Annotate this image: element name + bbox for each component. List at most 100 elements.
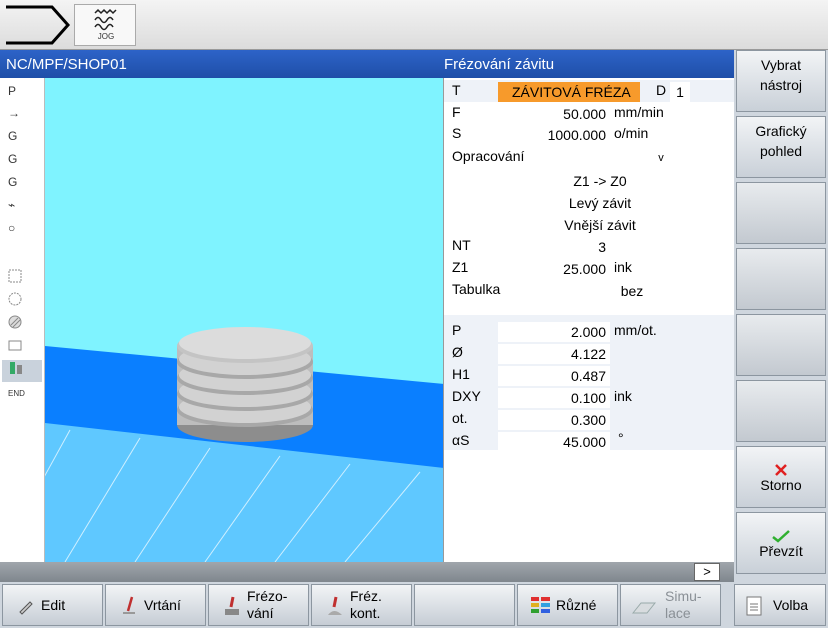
left-icon-g2[interactable]: G	[2, 148, 42, 170]
more-button[interactable]: >	[694, 563, 720, 581]
cancel-label: Storno	[760, 477, 802, 493]
top-toolbar: JOG	[0, 0, 828, 50]
edit-button[interactable]: Edit	[2, 584, 103, 626]
softkey-empty-5[interactable]	[736, 314, 826, 376]
graphic-viewport	[45, 78, 444, 562]
param-t-label: T	[452, 82, 461, 98]
tool-d-field[interactable]: 1	[670, 82, 690, 102]
softkey-empty-4[interactable]	[736, 248, 826, 310]
softkey-empty-6[interactable]	[736, 380, 826, 442]
softkey-empty-3[interactable]	[736, 182, 826, 244]
various-label: Různé	[556, 597, 597, 613]
dxy-unit[interactable]: ink	[614, 388, 632, 404]
thread-type-toggle[interactable]: Vnější závit	[528, 215, 672, 235]
h1-field[interactable]: 0.487	[498, 366, 610, 386]
circular-pocket-icon[interactable]	[2, 291, 42, 313]
machining-label: Opracování	[452, 148, 525, 164]
workpiece-cylinder	[177, 327, 313, 442]
select-tool-button[interactable]: Vybrat nástroj	[736, 50, 826, 112]
z1-field[interactable]: 25.000	[498, 259, 610, 279]
left-icon-arrow[interactable]: →	[2, 102, 42, 124]
simulation-button[interactable]: Simu- lace	[620, 584, 721, 626]
left-icon-contour[interactable]: ⌁	[2, 194, 42, 216]
select-button[interactable]: Volba	[734, 584, 826, 626]
speed-field[interactable]: 1000.000	[498, 125, 610, 145]
pitch-unit[interactable]: mm/ot.	[614, 322, 657, 338]
simulation-label: Simu- lace	[665, 588, 702, 622]
cancel-button[interactable]: Storno	[736, 446, 826, 508]
contour-milling-line2: kont.	[350, 605, 381, 621]
param-s-label: S	[452, 125, 462, 141]
param-as-label: αS	[452, 432, 470, 448]
program-arrow-icon	[4, 4, 72, 46]
param-ot-label: ot.	[452, 410, 468, 426]
checkmark-icon	[772, 530, 790, 543]
title-bar: NC/MPF/SHOP01 Frézování závitu	[0, 50, 734, 78]
angle-field[interactable]: 45.000	[498, 432, 610, 452]
machining-dropdown[interactable]: v	[612, 148, 710, 168]
jog-wave-icon	[94, 8, 117, 31]
jog-label: JOG	[97, 32, 115, 41]
direction-toggle[interactable]: Z1 -> Z0	[528, 171, 672, 191]
drilling-button[interactable]: Vrtání	[105, 584, 206, 626]
program-path: NC/MPF/SHOP01	[6, 56, 127, 73]
speed-unit: o/min	[614, 125, 649, 141]
select-tool-line1: Vybrat	[761, 57, 801, 73]
thread-milling-icon[interactable]	[2, 360, 42, 382]
softkey-empty-bottom[interactable]	[414, 584, 515, 626]
circle-hatch-icon[interactable]	[2, 314, 42, 336]
left-icon-g1[interactable]: G	[2, 125, 42, 147]
simulation-icon	[631, 602, 657, 614]
simulation-line2: lace	[665, 605, 691, 621]
milling-button[interactable]: Frézo- vání	[208, 584, 309, 626]
milling-line2: vání	[247, 605, 274, 621]
dxy-field[interactable]: 0.100	[498, 388, 610, 408]
z1-unit[interactable]: ink	[614, 259, 632, 275]
contour-milling-line1: Fréz.	[350, 588, 382, 604]
pitch-field[interactable]: 2.000	[498, 322, 610, 342]
table-label: Tabulka	[452, 281, 501, 297]
tool-name-field[interactable]: ZÁVITOVÁ FRÉZA	[498, 82, 640, 102]
select-label: Volba	[773, 597, 809, 613]
contour-milling-label: Fréz. kont.	[350, 588, 382, 622]
graphic-view-line2: pohled	[759, 143, 803, 159]
drilling-label: Vrtání	[144, 597, 181, 613]
pencil-icon	[19, 601, 33, 615]
left-icon-circle[interactable]: ○	[2, 217, 42, 239]
diameter-field[interactable]: 4.122	[498, 344, 610, 364]
cycle-icon-column: P → G G G ⌁ ○ END	[0, 78, 45, 562]
pocket-icon[interactable]	[2, 268, 42, 290]
thread-hand-toggle[interactable]: Levý závit	[528, 193, 672, 213]
nt-field[interactable]: 3	[498, 237, 610, 257]
various-icon	[531, 597, 550, 613]
parameter-panel: T ZÁVITOVÁ FRÉZA D 1 F 50.000 mm/min S 1…	[444, 78, 734, 562]
contour-mill-icon	[328, 596, 342, 615]
param-p-label: P	[452, 322, 462, 338]
left-icon-p[interactable]: P	[2, 80, 42, 102]
param-f-label: F	[452, 104, 461, 120]
param-nt-label: NT	[452, 237, 471, 253]
slot-icon[interactable]	[2, 337, 42, 359]
feed-unit: mm/min	[614, 104, 664, 120]
vertical-softkey-bar: Vybrat nástroj Grafický pohled Storno Př…	[734, 50, 828, 628]
accept-button[interactable]: Převzít	[736, 512, 826, 574]
contour-milling-button[interactable]: Fréz. kont.	[311, 584, 412, 626]
table-select[interactable]: bez	[554, 281, 710, 301]
edit-label: Edit	[41, 597, 66, 613]
ot-field[interactable]: 0.300	[498, 410, 610, 430]
cycle-title: Frézování závitu	[444, 56, 555, 73]
jog-mode-indicator: JOG	[74, 4, 136, 46]
param-h1-label: H1	[452, 366, 470, 382]
nc-file-icon	[746, 596, 762, 616]
param-d-label: D	[656, 82, 667, 98]
graphic-view-button[interactable]: Grafický pohled	[736, 116, 826, 178]
various-button[interactable]: Různé	[517, 584, 618, 626]
simulation-line1: Simu-	[665, 588, 702, 604]
select-tool-line2: nástroj	[759, 77, 803, 93]
feed-field[interactable]: 50.000	[498, 104, 610, 124]
accept-label: Převzít	[759, 543, 803, 559]
mill-icon	[225, 596, 239, 615]
left-icon-g3[interactable]: G	[2, 171, 42, 193]
graphic-view-line1: Grafický	[755, 123, 807, 139]
left-icon-end[interactable]: END	[2, 383, 42, 405]
